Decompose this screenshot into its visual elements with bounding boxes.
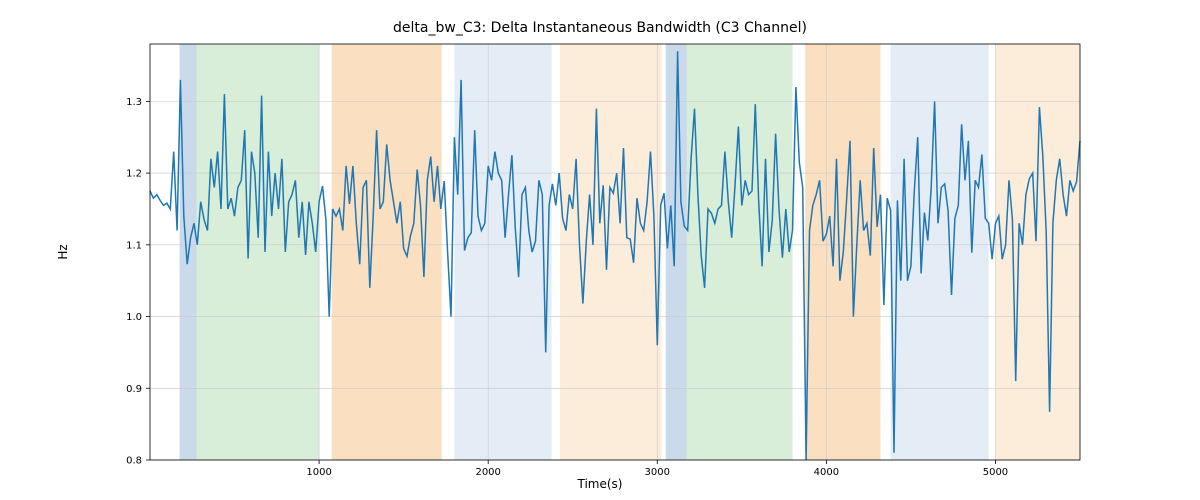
y-tick-label: 0.9 xyxy=(126,384,142,395)
y-tick-label: 1.2 xyxy=(126,169,142,180)
x-tick-label: 4000 xyxy=(814,467,839,478)
highlight-band xyxy=(891,44,989,460)
highlight-band xyxy=(687,44,793,460)
y-tick-label: 1.0 xyxy=(126,312,142,323)
chart: 1000 2000 3000 4000 5000 0.8 0.9 1.0 1.1 1.2 1.3 d… xyxy=(0,0,1200,500)
x-axis-label: Time(s) xyxy=(577,477,623,491)
x-tick-label: 3000 xyxy=(645,467,670,478)
y-tick-label: 1.3 xyxy=(126,97,142,108)
x-tick-label: 1000 xyxy=(306,467,331,478)
x-tick-label: 5000 xyxy=(983,467,1008,478)
x-tick-label: 2000 xyxy=(475,467,500,478)
highlight-band xyxy=(454,44,551,460)
highlight-band xyxy=(560,44,661,460)
y-tick-label: 0.8 xyxy=(126,456,142,467)
chart-title: delta_bw_C3: Delta Instantaneous Bandwid… xyxy=(393,20,807,36)
y-tick-label: 1.1 xyxy=(126,240,142,251)
highlight-band xyxy=(995,44,1080,460)
y-axis-label: Hz xyxy=(56,244,70,259)
highlight-band xyxy=(197,44,320,460)
